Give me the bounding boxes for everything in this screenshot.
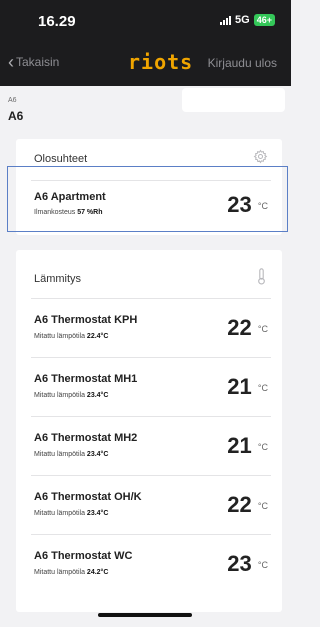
measured-temperature: Mitattu lämpötila 23.4°C xyxy=(34,510,108,517)
setpoint-temperature: 22 °C xyxy=(227,492,268,518)
conditions-header: Olosuhteet xyxy=(34,153,88,165)
thermometer-icon xyxy=(257,268,266,290)
setpoint-temperature: 21 °C xyxy=(227,374,268,400)
measured-value: 23.4°C xyxy=(86,392,109,399)
setpoint-number: 22 xyxy=(227,315,252,340)
signal-icon xyxy=(220,15,232,25)
thermostat-name: A6 Thermostat KPH xyxy=(34,314,138,326)
setpoint-temperature: 23 °C xyxy=(227,551,268,577)
setpoint-number: 21 xyxy=(227,374,252,399)
back-button[interactable]: ‹ Takaisin xyxy=(8,52,60,72)
thermostat-row[interactable]: A6 Thermostat OH/K Mitattu lämpötila 23.… xyxy=(16,476,282,532)
setpoint-unit: °C xyxy=(257,501,268,512)
setpoint-temperature: 21 °C xyxy=(227,433,268,459)
thermostat-row[interactable]: A6 Thermostat WC Mitattu lämpötila 24.2°… xyxy=(16,535,282,591)
setpoint-unit: °C xyxy=(257,442,268,453)
top-bar: 16.29 5G 46+ ‹ Takaisin riots Kirjaudu u… xyxy=(0,0,291,86)
measured-temperature: Mitattu lämpötila 23.4°C xyxy=(34,451,108,458)
back-label: Takaisin xyxy=(16,55,60,69)
measured-temperature: Mitattu lämpötila 24.2°C xyxy=(34,569,108,576)
setpoint-unit: °C xyxy=(257,560,268,571)
search-field[interactable] xyxy=(182,88,285,112)
measured-temperature: Mitattu lämpötila 23.4°C xyxy=(34,392,108,399)
measured-value: 23.4°C xyxy=(86,451,109,458)
breadcrumb-parent[interactable]: A6 xyxy=(8,97,17,104)
thermostat-name: A6 Thermostat OH/K xyxy=(34,491,142,503)
measured-label: Mitattu lämpötila xyxy=(34,510,85,517)
thermostat-row[interactable]: A6 Thermostat KPH Mitattu lämpötila 22.4… xyxy=(16,299,282,355)
selection-highlight xyxy=(7,166,288,232)
heating-header: Lämmitys xyxy=(34,273,82,285)
measured-value: 24.2°C xyxy=(86,569,109,576)
riots-logo: riots xyxy=(128,50,194,74)
network-type: 5G xyxy=(235,14,250,26)
logout-button[interactable]: Kirjaudu ulos xyxy=(208,56,277,70)
measured-label: Mitattu lämpötila xyxy=(34,392,85,399)
measured-value: 22.4°C xyxy=(86,333,109,340)
thermostat-name: A6 Thermostat WC xyxy=(34,550,133,562)
thermostat-name: A6 Thermostat MH1 xyxy=(34,373,138,385)
setpoint-unit: °C xyxy=(257,383,268,394)
setpoint-temperature: 22 °C xyxy=(227,315,268,341)
page-title: A6 xyxy=(8,109,24,123)
measured-label: Mitattu lämpötila xyxy=(34,569,85,576)
status-indicators: 5G 46+ xyxy=(220,14,275,26)
thermostat-name: A6 Thermostat MH2 xyxy=(34,432,138,444)
setpoint-number: 21 xyxy=(227,433,252,458)
status-time: 16.29 xyxy=(38,13,76,30)
thermostat-row[interactable]: A6 Thermostat MH2 Mitattu lämpötila 23.4… xyxy=(16,417,282,473)
measured-label: Mitattu lämpötila xyxy=(34,333,85,340)
heating-card: Lämmitys A6 Thermostat KPH Mitattu lämpö… xyxy=(16,250,282,612)
setpoint-unit: °C xyxy=(257,324,268,335)
setpoint-number: 23 xyxy=(227,551,252,576)
thermostat-row[interactable]: A6 Thermostat MH1 Mitattu lämpötila 23.4… xyxy=(16,358,282,414)
measured-label: Mitattu lämpötila xyxy=(34,451,85,458)
battery-icon: 46+ xyxy=(253,14,275,26)
measured-value: 23.4°C xyxy=(86,510,109,517)
chevron-left-icon: ‹ xyxy=(8,52,14,72)
setpoint-number: 22 xyxy=(227,492,252,517)
measured-temperature: Mitattu lämpötila 22.4°C xyxy=(34,333,108,340)
home-indicator[interactable] xyxy=(98,613,192,617)
